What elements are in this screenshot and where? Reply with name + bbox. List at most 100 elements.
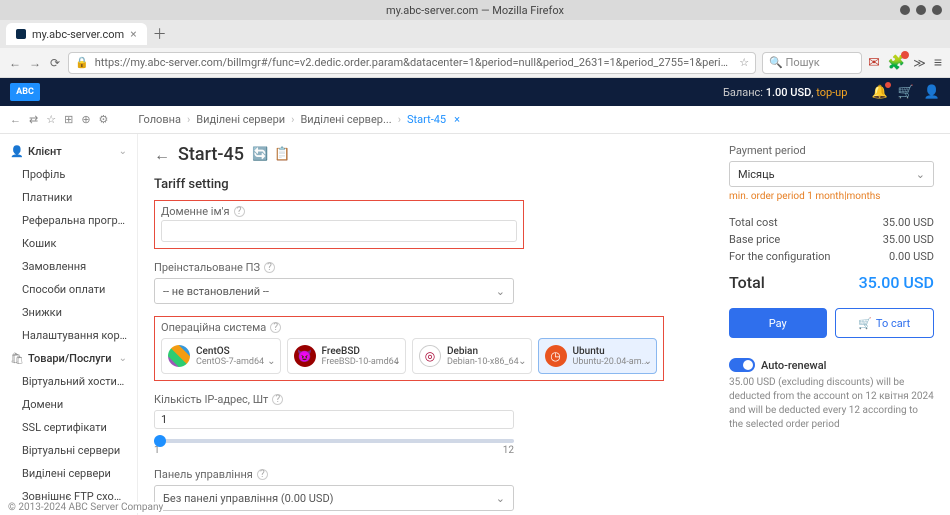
- cart-icon[interactable]: 🛒: [898, 85, 914, 100]
- sidebar-item-payers[interactable]: Платники: [0, 186, 137, 209]
- user-icon[interactable]: 👤: [924, 85, 940, 100]
- pay-button[interactable]: Pay: [729, 308, 827, 338]
- new-tab-icon[interactable]: ＋: [153, 24, 167, 44]
- crumb-active[interactable]: Start-45: [407, 113, 446, 126]
- menu-icon[interactable]: ≡: [934, 54, 942, 71]
- crumb-home[interactable]: Головна: [138, 113, 181, 126]
- sidebar-item-user-settings[interactable]: Налаштування користув...: [0, 324, 137, 347]
- sidebar-item-profile[interactable]: Профіль: [0, 163, 137, 186]
- period-label: Payment period: [729, 144, 934, 157]
- sidebar-item-vps[interactable]: Віртуальні сервери: [0, 439, 137, 462]
- reload-icon[interactable]: ⟳: [48, 56, 62, 70]
- sidebar-item-basket[interactable]: Кошик: [0, 232, 137, 255]
- sidebar-group-products[interactable]: 🛍 Товари/Послуги ⌄: [0, 347, 137, 370]
- os-option-centos[interactable]: CentOSCentOS-7-amd64 ⌄: [161, 338, 281, 374]
- search-placeholder: Пошук: [786, 56, 820, 69]
- copy-icon[interactable]: 📋: [274, 147, 290, 162]
- sidebar-item-domains[interactable]: Домени: [0, 393, 137, 416]
- copyright: © 2013-2024 ABC Server Company: [8, 502, 163, 513]
- chevron-down-icon[interactable]: ⌄: [267, 356, 275, 367]
- minimize-icon[interactable]: [900, 5, 910, 15]
- mail-icon[interactable]: ✉: [868, 55, 880, 71]
- gear-icon[interactable]: ⚙: [99, 113, 109, 126]
- star-small-icon[interactable]: ☆: [46, 113, 56, 126]
- chevron-down-icon: ⌄: [119, 146, 127, 157]
- domain-name-input[interactable]: [161, 220, 517, 242]
- browser-search-input[interactable]: 🔍 Пошук: [762, 52, 862, 74]
- back-small-icon[interactable]: ←: [10, 113, 21, 126]
- tab-title: my.abc-server.com: [32, 28, 124, 41]
- control-panel-field: Панель управління? Без панелі управління…: [154, 468, 709, 511]
- help-icon[interactable]: ?: [257, 469, 268, 480]
- sidebar-item-discounts[interactable]: Знижки: [0, 301, 137, 324]
- close-crumb-icon[interactable]: ×: [454, 113, 460, 126]
- min-period-note: min. order period 1 month|months: [729, 191, 934, 202]
- crumb-2[interactable]: Виділені сервер...: [300, 113, 391, 126]
- bookmark-icon[interactable]: ☆: [739, 56, 749, 69]
- sidebar-item-payment-methods[interactable]: Способи оплати: [0, 278, 137, 301]
- ubuntu-icon: ◷: [545, 345, 567, 367]
- back-arrow-icon[interactable]: ←: [154, 145, 170, 165]
- preinstall-field: Преінстальоване ПЗ? -- не встановлений -…: [154, 261, 709, 304]
- close-tab-icon[interactable]: ×: [130, 27, 136, 41]
- search-icon: 🔍: [769, 56, 783, 69]
- os-option-freebsd[interactable]: 😈 FreeBSDFreeBSD-10-amd64 ⌄: [287, 338, 407, 374]
- os-titlebar: my.abc-server.com — Mozilla Firefox: [0, 0, 950, 20]
- help-icon[interactable]: ?: [272, 394, 283, 405]
- crumb-1[interactable]: Виділені сервери: [196, 113, 285, 126]
- maximize-icon[interactable]: [916, 5, 926, 15]
- topup-link[interactable]: top-up: [816, 86, 847, 99]
- user-group-icon: 👤: [10, 145, 22, 158]
- content: ← Start-45 🔄 📋 Tariff setting Доменне ім…: [138, 134, 950, 515]
- chevron-down-icon[interactable]: ⌄: [518, 356, 526, 367]
- help-icon[interactable]: ?: [234, 206, 245, 217]
- ip-count-slider[interactable]: [154, 439, 514, 443]
- help-icon[interactable]: ?: [264, 262, 275, 273]
- sidebar-item-orders[interactable]: Замовлення: [0, 255, 137, 278]
- chevron-down-icon: ⌄: [119, 353, 127, 364]
- to-cart-button[interactable]: 🛒To cart: [835, 308, 935, 338]
- logo[interactable]: ABC: [10, 83, 40, 101]
- close-window-icon[interactable]: [932, 5, 942, 15]
- preinstall-select[interactable]: -- не встановлений --: [154, 278, 514, 304]
- chevron-down-icon[interactable]: ⌄: [644, 356, 652, 367]
- breadcrumb: Головна › Виділені сервери › Виділені се…: [138, 113, 460, 126]
- help-icon[interactable]: ?: [270, 322, 281, 333]
- page-header: ← Start-45 🔄 📋: [154, 144, 709, 165]
- overflow-icon[interactable]: ≫: [913, 56, 926, 70]
- cost-row-config: For the configuration 0.00 USD: [729, 250, 934, 263]
- notifications-icon[interactable]: 🔔: [871, 85, 887, 100]
- sidebar-item-dedicated[interactable]: Виділені сервери: [0, 462, 137, 485]
- auto-renewal-note: 35.00 USD (excluding discounts) will be …: [729, 376, 934, 432]
- bag-icon: 🛍: [10, 352, 22, 365]
- summary-panel: Payment period Місяць min. order period …: [729, 144, 934, 455]
- cost-row-grand-total: Total 35.00 USD: [729, 273, 934, 292]
- back-icon[interactable]: ←: [8, 56, 22, 70]
- ip-count-input[interactable]: 1: [154, 410, 514, 429]
- domain-name-field: Доменне ім'я?: [154, 200, 524, 249]
- sidebar-item-referral[interactable]: Реферальна програма: [0, 209, 137, 232]
- url-text: https://my.abc-server.com/billmgr#/func=…: [95, 56, 734, 69]
- auto-renewal-toggle[interactable]: [729, 358, 755, 372]
- cost-row-total-cost: Total cost 35.00 USD: [729, 216, 934, 229]
- freebsd-icon: 😈: [294, 345, 316, 367]
- sidebar-group-client[interactable]: 👤 Клієнт ⌄: [0, 140, 137, 163]
- sidebar-item-vhosting[interactable]: Віртуальний хостинг: [0, 370, 137, 393]
- extensions-icon[interactable]: 🧩: [888, 55, 905, 71]
- refresh-icon[interactable]: 🔄: [252, 147, 268, 162]
- plus-icon[interactable]: ⊕: [81, 113, 90, 126]
- tree-icon[interactable]: ⇄: [29, 113, 38, 126]
- sidebar-item-ssl[interactable]: SSL сертифікати: [0, 416, 137, 439]
- box-icon[interactable]: ⊞: [64, 113, 73, 126]
- url-input[interactable]: 🔒 https://my.abc-server.com/billmgr#/fun…: [68, 52, 756, 74]
- os-option-ubuntu[interactable]: ◷ UbuntuUbuntu-20.04-am... ⌄: [538, 338, 658, 374]
- control-panel-select[interactable]: Без панелі управління (0.00 USD): [154, 485, 514, 511]
- os-option-debian[interactable]: ◎ DebianDebian-10-x86_64 ⌄: [412, 338, 532, 374]
- browser-address-bar: ← → ⟳ 🔒 https://my.abc-server.com/billmg…: [0, 48, 950, 78]
- browser-tab[interactable]: my.abc-server.com ×: [6, 23, 147, 45]
- window-controls: [900, 5, 942, 15]
- chevron-down-icon[interactable]: ⌄: [393, 356, 401, 367]
- period-select[interactable]: Місяць: [729, 161, 934, 187]
- cost-row-base: Base price 35.00 USD: [729, 233, 934, 246]
- forward-icon[interactable]: →: [28, 56, 42, 70]
